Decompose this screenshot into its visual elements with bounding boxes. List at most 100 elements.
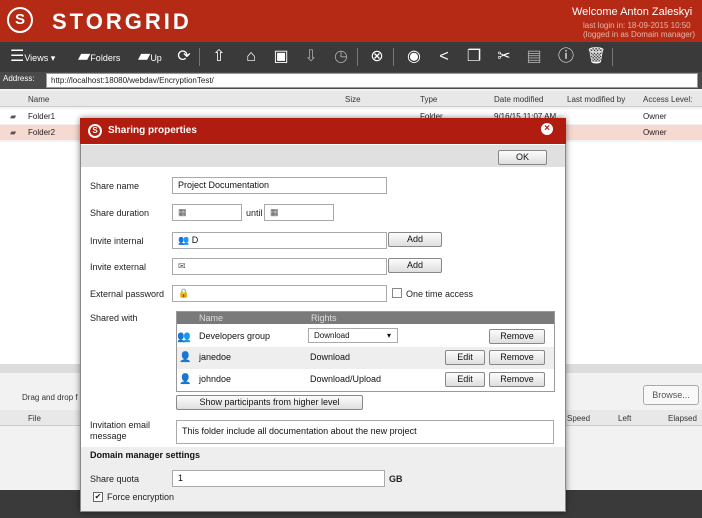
logged-in-role: (logged in as Domain manager) [583, 30, 696, 39]
participants-table-header [177, 312, 554, 324]
lock-icon: 🔒 [178, 288, 190, 298]
invitation-label-line2: message [90, 431, 127, 441]
ok-button[interactable]: OK [498, 150, 547, 165]
drag-drop-text: Drag and drop f [22, 393, 78, 402]
chevron-down-icon: ▾ [48, 53, 56, 63]
domain-settings-title: Domain manager settings [90, 450, 201, 460]
invite-external-input[interactable]: ✉ [172, 258, 387, 275]
file-name: Folder2 [28, 128, 56, 137]
download-icon[interactable]: ⇩ [301, 45, 321, 69]
cut-icon[interactable]: ✂ [494, 45, 514, 69]
invite-external-label: Invite external [90, 262, 147, 272]
file-access: Owner [643, 112, 667, 121]
column-size[interactable]: Size [345, 95, 361, 104]
share-name-input[interactable]: Project Documentation [172, 177, 387, 194]
user-icon: 👤 [179, 374, 192, 385]
copy-icon[interactable]: ❐ [464, 45, 484, 69]
new-folder-icon[interactable]: ▣ [271, 45, 291, 69]
storgrid-logo-icon: S [7, 7, 33, 33]
column-last-modified-by[interactable]: Last modified by [567, 95, 625, 104]
up-button[interactable]: ▰Up [138, 45, 172, 69]
info-icon[interactable]: ⓘ [556, 45, 576, 69]
until-label: until [246, 208, 263, 218]
toolbar-divider [199, 48, 200, 66]
remove-button[interactable]: Remove [489, 350, 545, 365]
edit-button[interactable]: Edit [445, 350, 485, 365]
brand-name: STORGRID [52, 9, 192, 34]
toolbar-divider [612, 48, 613, 66]
share-quota-input[interactable]: 1 [172, 470, 385, 487]
edit-button[interactable]: Edit [445, 372, 485, 387]
welcome-user[interactable]: Welcome Anton Zaleskyi [572, 6, 702, 18]
external-password-input[interactable]: 🔒 [172, 285, 387, 302]
toolbar-divider [357, 48, 358, 66]
cancel-icon[interactable]: ⊗ [367, 45, 387, 69]
address-input[interactable]: http://localhost:18080/webdav/Encryption… [46, 73, 698, 88]
file-access: Owner [643, 128, 667, 137]
share-quota-label: Share quota [90, 474, 140, 484]
address-label: Address: [3, 74, 35, 83]
home-icon[interactable]: ⌂ [241, 45, 261, 69]
dialog-action-bar [81, 145, 565, 167]
folder-icon: ▰ [10, 112, 17, 121]
share-duration-label: Share duration [90, 208, 150, 218]
column-elapsed: Elapsed [668, 414, 697, 423]
end-date-input[interactable]: ▦ [264, 204, 334, 221]
column-date-modified[interactable]: Date modified [494, 95, 543, 104]
participant-rights: Download [310, 352, 351, 362]
group-icon: 👥 [177, 331, 191, 343]
one-time-access-label: One time access [406, 289, 474, 299]
browse-button[interactable]: Browse... [643, 385, 699, 405]
remove-button[interactable]: Remove [489, 372, 545, 387]
list-icon: ☰ [10, 48, 25, 65]
show-participants-button[interactable]: Show participants from higher level [176, 395, 363, 410]
participant-row: 👥 Developers group Download ▾ Remove [177, 325, 554, 347]
file-name: Folder1 [28, 112, 56, 121]
invitation-label: Invitation email [90, 420, 151, 430]
start-date-input[interactable]: ▦ [172, 204, 242, 221]
column-file: File [28, 414, 41, 423]
close-icon[interactable]: × [541, 123, 553, 135]
rights-select[interactable]: Download ▾ [308, 328, 398, 343]
force-encryption-checkbox[interactable]: ✔ [93, 492, 103, 502]
column-name: Name [199, 313, 224, 323]
toolbar-divider [393, 48, 394, 66]
calendar-icon[interactable]: ▦ [270, 207, 279, 217]
calendar-icon[interactable]: ▦ [178, 207, 187, 217]
column-type[interactable]: Type [420, 95, 437, 104]
column-name[interactable]: Name [28, 95, 49, 104]
column-speed: Speed [567, 414, 591, 423]
folders-button[interactable]: ▰Folders [78, 45, 128, 69]
column-access-level[interactable]: Access Level: [643, 95, 692, 104]
storgrid-logo-icon: S [88, 124, 102, 138]
invite-internal-label: Invite internal [90, 236, 144, 246]
invite-internal-input[interactable]: 👥 D [172, 232, 387, 249]
column-left: Left [618, 414, 632, 423]
views-button[interactable]: ☰Views ▾ [10, 45, 70, 69]
upload-icon[interactable]: ⇧ [209, 45, 229, 69]
folder-icon: ▰ [78, 48, 91, 65]
participant-name: Developers group [199, 331, 271, 341]
add-external-button[interactable]: Add [388, 258, 442, 273]
dialog-title: Sharing properties [108, 125, 197, 136]
last-login: last login in: 18-09-2015 10:50 [583, 21, 691, 30]
paste-icon[interactable]: ▤ [524, 45, 544, 69]
invitation-message-input[interactable]: This folder include all documentation ab… [176, 420, 554, 444]
remove-button[interactable]: Remove [489, 329, 545, 344]
force-encryption-label: Force encryption [107, 492, 175, 502]
external-password-label: External password [90, 289, 165, 299]
one-time-access-checkbox[interactable] [392, 288, 402, 298]
view-icon[interactable]: ◉ [404, 45, 424, 69]
add-internal-button[interactable]: Add [388, 232, 442, 247]
column-rights: Rights [311, 313, 337, 323]
share-name-label: Share name [90, 181, 140, 191]
folder-up-icon: ▰ [138, 48, 151, 65]
delete-icon[interactable]: 🗑 [586, 45, 606, 69]
share-icon[interactable]: < [434, 45, 454, 69]
participant-name: janedoe [199, 352, 232, 362]
refresh-icon[interactable]: ⟳ [174, 45, 194, 69]
envelope-icon: ✉ [178, 261, 186, 271]
history-icon[interactable]: ◷ [331, 45, 351, 69]
chevron-down-icon: ▾ [386, 331, 391, 340]
users-icon: 👥 [178, 235, 190, 245]
